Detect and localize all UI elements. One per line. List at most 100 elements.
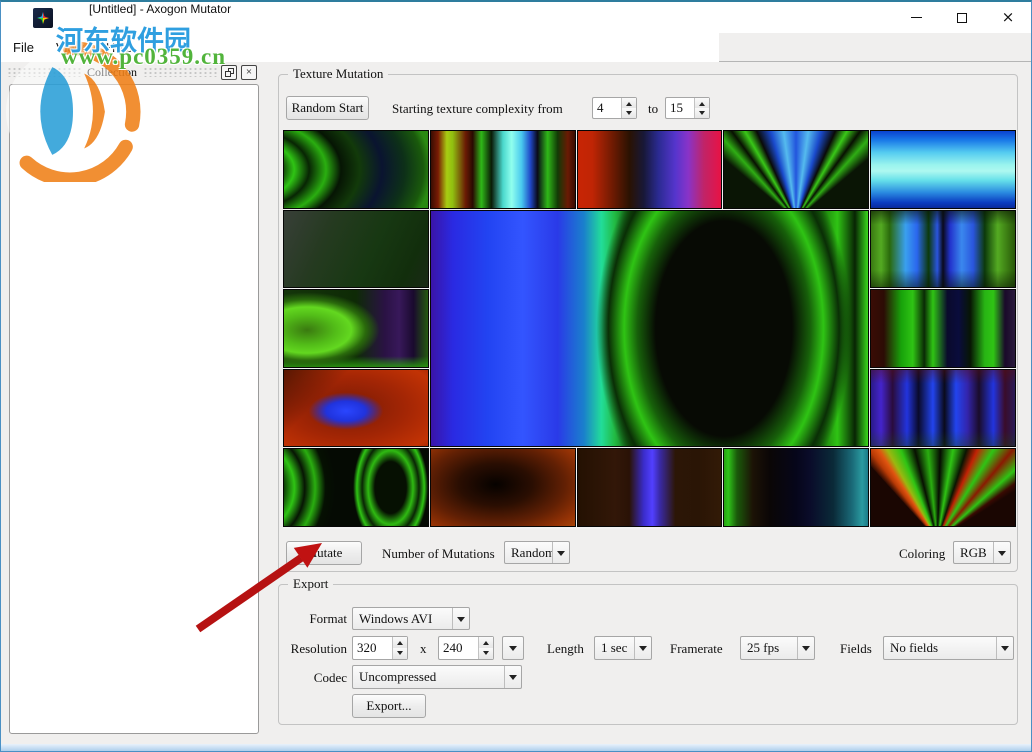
coloring-label: Coloring [899,546,945,562]
window-bottom-frame [1,744,1031,751]
spin-down-button[interactable] [393,648,407,659]
resolution-height-input[interactable] [439,637,478,659]
mutate-button[interactable]: Mutate [286,541,362,565]
length-value: 1 sec [595,637,634,659]
chevron-down-icon [802,646,810,655]
texture-tile-2[interactable] [430,130,576,209]
dock-close-icon: × [246,67,252,78]
spin-down-button[interactable] [695,108,709,118]
format-dropdown[interactable]: Windows AVI [352,607,470,630]
resolution-x-label: x [420,641,427,657]
mutations-count-dropdown[interactable]: Random [504,541,570,564]
dropdown-arrow [552,542,569,563]
length-label: Length [547,641,584,657]
spin-down-icon [626,111,632,118]
spin-down-button[interactable] [622,108,636,118]
menu-bar-filler [719,33,1031,62]
texture-tile-12[interactable] [870,369,1016,447]
texture-tile-center-preview[interactable] [430,210,869,447]
spin-down-icon [699,111,705,118]
texture-tile-8[interactable] [283,369,429,447]
texture-tile-13[interactable] [283,448,429,527]
minimize-icon [911,17,922,18]
texture-tile-1[interactable] [283,130,429,209]
app-icon [33,8,53,28]
number-of-mutations-label: Number of Mutations [382,546,495,562]
texture-tile-15[interactable] [577,448,723,527]
format-value: Windows AVI [353,608,452,629]
dropdown-arrow [503,637,523,659]
menu-bar: File View Help [1,33,719,62]
texture-tile-6[interactable] [283,210,429,288]
fields-label: Fields [840,641,872,657]
texture-tile-14[interactable] [430,448,576,527]
spin-down-icon [397,651,403,658]
coloring-value: RGB [954,542,993,563]
texture-tile-17[interactable] [870,448,1016,527]
minimize-button[interactable] [893,2,939,33]
to-label: to [648,101,658,117]
complexity-label: Starting texture complexity from [392,101,563,117]
texture-tile-3[interactable] [577,130,723,209]
chevron-down-icon [639,646,647,655]
spin-down-button[interactable] [479,648,493,659]
texture-tile-7[interactable] [283,289,429,368]
texture-grid [283,130,1016,529]
maximize-button[interactable] [939,2,985,33]
texture-tile-5[interactable] [870,130,1016,209]
dock-grip-texture [7,67,81,77]
codec-label: Codec [279,670,347,686]
dock-float-button[interactable] [221,65,237,80]
chevron-down-icon [557,551,565,560]
resolution-height-spinbox[interactable] [438,636,494,660]
fields-value: No fields [884,637,996,659]
collection-dock-header[interactable]: Collection × [7,64,257,80]
spin-up-button[interactable] [479,637,493,648]
dropdown-arrow [996,637,1013,659]
length-dropdown[interactable]: 1 sec [594,636,652,660]
dropdown-arrow [797,637,814,659]
spin-up-button[interactable] [393,637,407,648]
format-label: Format [279,611,347,627]
float-icon [225,68,234,77]
spin-up-icon [397,638,403,645]
resolution-preset-dropdown[interactable] [502,636,524,660]
framerate-dropdown[interactable]: 25 fps [740,636,815,660]
dock-close-button[interactable]: × [241,65,257,80]
chevron-down-icon [509,675,517,684]
chevron-down-icon [457,617,465,626]
texture-tile-16[interactable] [723,448,869,527]
resolution-label: Resolution [279,641,347,657]
export-group-title: Export [288,576,333,592]
menu-file[interactable]: File [3,40,44,55]
texture-tile-4[interactable] [723,130,869,209]
texture-tile-10[interactable] [870,210,1016,288]
dropdown-arrow [993,542,1010,563]
collection-title: Collection [85,65,139,80]
spin-up-button[interactable] [695,98,709,108]
resolution-width-input[interactable] [353,637,392,659]
codec-dropdown[interactable]: Uncompressed [352,665,522,689]
complexity-to-spinbox[interactable] [665,97,710,119]
complexity-from-spinbox[interactable] [592,97,637,119]
menu-help[interactable]: Help [96,40,143,55]
fields-dropdown[interactable]: No fields [883,636,1014,660]
framerate-label: Framerate [670,641,723,657]
export-button[interactable]: Export... [352,694,426,718]
dock-grip-texture [143,67,217,77]
spin-down-icon [483,651,489,658]
complexity-from-input[interactable] [593,98,621,118]
window-title: [Untitled] - Axogon Mutator [89,2,231,33]
coloring-dropdown[interactable]: RGB [953,541,1011,564]
resolution-width-spinbox[interactable] [352,636,408,660]
random-start-button[interactable]: Random Start [286,96,369,120]
dropdown-arrow [634,637,651,659]
collection-list[interactable] [9,84,259,734]
spin-up-button[interactable] [622,98,636,108]
title-bar: [Untitled] - Axogon Mutator × [1,2,1031,33]
menu-view[interactable]: View [46,40,94,55]
texture-tile-11[interactable] [870,289,1016,368]
mutations-count-value: Random [505,542,552,563]
close-button[interactable]: × [985,2,1031,33]
complexity-to-input[interactable] [666,98,694,118]
